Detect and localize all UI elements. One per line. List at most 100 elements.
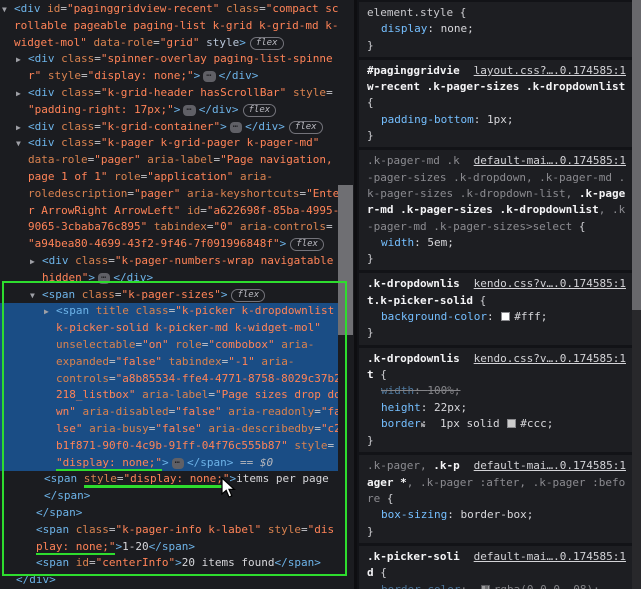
markup-line[interactable]: k-picker-solid k-picker-md k-widget-mol" — [0, 320, 338, 337]
markup-line[interactable]: ▶ <div class="spinner-overlay paging-list… — [0, 51, 338, 68]
inline-expander-icon[interactable]: ⋯ — [171, 457, 185, 469]
property-name[interactable]: height — [381, 401, 421, 414]
twisty-icon[interactable]: ▶ — [16, 86, 28, 102]
markup-line[interactable]: "padding-right: 17px;"> ⋯ </div> flex — [0, 102, 338, 119]
rule-selector[interactable]: element.style — [367, 6, 453, 19]
css-declaration[interactable]: box-sizing: border-box; — [367, 507, 626, 523]
rule-selector[interactable]: .k-pager, — [367, 459, 433, 472]
markup-line[interactable]: </div> — [0, 572, 338, 589]
property-value[interactable]: 1px; — [487, 113, 514, 126]
flex-badge[interactable]: flex — [249, 36, 284, 50]
property-value[interactable]: #ccc; — [520, 417, 553, 430]
stylesheet-link[interactable]: default-mai….0.174585:1 — [474, 549, 626, 565]
twisty-icon[interactable]: ▶ — [44, 304, 56, 320]
property-value[interactable]: #fff; — [514, 310, 547, 323]
markup-line[interactable]: rollable pageable paging-list k-grid k-g… — [0, 18, 338, 35]
inline-expander-icon[interactable]: ⋯ — [229, 121, 243, 133]
twisty-icon[interactable]: ▼ — [30, 288, 42, 304]
markup-line[interactable]: unselectable="on" role="combobox" aria- — [0, 336, 338, 354]
markup-line[interactable]: ▼ <div class="k-pager k-grid-pager k-page… — [0, 135, 338, 152]
markup-line[interactable]: <span style="display: none;">items per p… — [0, 471, 338, 488]
property-value[interactable]: 22px; — [434, 401, 467, 414]
markup-line[interactable]: ▶ <span title class="k-picker k-dropdownl… — [0, 303, 338, 321]
property-value[interactable]: rgba(0,0,0,.08); — [494, 583, 600, 589]
property-name[interactable]: display — [381, 22, 427, 35]
markup-line[interactable]: 9065-3cbaba76c895" tabindex = "0" aria-con… — [0, 219, 338, 236]
markup-line[interactable]: hidden"> ⋯ </div> — [0, 270, 338, 287]
markup-line[interactable]: play: none;">1-20</span> — [0, 539, 338, 556]
property-name[interactable]: width — [381, 236, 414, 249]
flex-badge[interactable]: flex — [242, 103, 277, 117]
stylesheet-link[interactable]: kendo.css?v….0.174585:1 — [474, 276, 626, 292]
markup-line[interactable]: ▼ <div id="paginggridview-recent" class="… — [0, 1, 338, 18]
inline-expander-icon[interactable]: ⋯ — [97, 272, 111, 284]
property-value[interactable]: 100%; — [427, 384, 460, 397]
markup-scrollbar-thumb[interactable] — [338, 185, 353, 335]
markup-line[interactable]: b1f871-90f0-4c9b-91ff-04f76c555b87" styl… — [0, 437, 338, 455]
markup-line[interactable]: ▶ <div class="k-grid-container"> ⋯ </div> fl… — [0, 119, 338, 136]
color-swatch[interactable] — [507, 418, 517, 428]
markup-line[interactable]: r" style="display: none;"> ⋯ </div> — [0, 68, 338, 85]
property-name[interactable]: background-color — [381, 310, 487, 323]
stylesheet-link[interactable]: default-mai….0.174585:1 — [474, 458, 626, 474]
flex-badge[interactable]: flex — [288, 120, 323, 134]
property-value[interactable]: 5em; — [427, 236, 454, 249]
markup-line[interactable]: ▼ <span class="k-pager-sizes"> flex — [0, 287, 338, 304]
property-name[interactable]: border — [381, 417, 421, 430]
rule-selector-line: layout.css?….0.174585:1 #paginggridview-r… — [367, 63, 626, 112]
markup-line[interactable]: "a94bea80-4699-43f2-9f46-7f091996848f"> f… — [0, 236, 338, 253]
inline-expander-icon[interactable]: ⋯ — [183, 104, 196, 116]
markup-line[interactable]: <span id="centerInfo">20 items found</sp… — [0, 555, 338, 572]
markup-line[interactable]: data-role="pager" aria-label="Page navig… — [0, 152, 338, 169]
markup-line[interactable]: lse" aria-busy="false" aria-describedby=… — [0, 420, 338, 438]
css-declaration[interactable]: height: 22px; — [367, 400, 626, 416]
markup-line[interactable]: "display: none;"> ⋯ </span> == $0 — [0, 454, 338, 472]
code-token: style — [206, 35, 240, 49]
stylesheet-link[interactable]: layout.css?….0.174585:1 — [474, 63, 626, 79]
inline-expander-icon[interactable]: ⋯ — [203, 71, 216, 83]
markup-line[interactable]: controls="a8b85534-ffe4-4771-8758-8029c3… — [0, 370, 338, 388]
markup-line[interactable]: expanded="false" tabindex="-1" aria- — [0, 353, 338, 371]
markup-line[interactable]: widget-mol" data-role="grid" style> flex — [0, 35, 338, 52]
css-declaration[interactable]: border-color: ▶rgba(0,0,0,.08); — [367, 582, 626, 589]
property-name[interactable]: padding-bottom — [381, 113, 474, 126]
color-swatch[interactable] — [480, 584, 490, 589]
twisty-icon[interactable]: ▶ — [30, 254, 42, 270]
css-declaration[interactable]: padding-bottom: 1px; — [367, 112, 626, 128]
stylesheet-link[interactable]: default-mai….0.174585:1 — [474, 153, 626, 169]
markup-line[interactable]: wn" aria-disabled="false" aria-readonly=… — [0, 404, 338, 421]
markup-line[interactable]: roledescription="pager" aria-keyshortcut… — [0, 186, 338, 203]
css-declaration[interactable]: background-color: #fff; — [367, 309, 626, 325]
markup-line[interactable]: r ArrowRight ArrowLeft" id="a622698f-85b… — [0, 203, 338, 220]
property-name[interactable]: width — [381, 384, 414, 397]
property-value[interactable]: 1px solid — [440, 417, 506, 430]
css-declaration[interactable]: display: none; — [367, 21, 626, 37]
twisty-icon[interactable]: ▼ — [16, 136, 28, 152]
markup-line[interactable]: </span> — [0, 505, 338, 522]
twisty-icon[interactable]: ▼ — [2, 2, 14, 18]
css-declaration[interactable]: width: 100%; — [367, 383, 626, 399]
markup-line[interactable]: 218_listbox" aria-label="Page sizes drop… — [0, 387, 338, 405]
property-name[interactable]: border-color — [381, 583, 460, 589]
color-swatch[interactable] — [501, 312, 511, 322]
property-value[interactable]: none; — [441, 22, 474, 35]
rule-selector[interactable]: .k-dropdownlist.k-picker-solid — [367, 277, 473, 306]
flex-badge[interactable]: flex — [231, 288, 266, 302]
css-rules-panel[interactable]: element.style {display: none;} layout.css… — [357, 0, 632, 589]
css-declaration[interactable]: border: ▶ 1px solid #ccc; — [367, 416, 626, 433]
twisty-icon[interactable]: ▶ — [16, 52, 28, 68]
stylesheet-link[interactable]: kendo.css?v….0.174585:1 — [474, 351, 626, 367]
code-token: roledescription — [28, 186, 128, 200]
property-value[interactable]: border-box; — [460, 508, 533, 521]
flex-badge[interactable]: flex — [290, 238, 324, 252]
markup-line[interactable]: </span> — [0, 488, 338, 505]
markup-view-panel[interactable]: ▼ <div id="paginggridview-recent" class="… — [0, 0, 354, 589]
property-name[interactable]: box-sizing — [381, 508, 447, 521]
rules-scrollbar-thumb[interactable] — [632, 0, 641, 310]
markup-line[interactable]: <span class="k-pager-info k-label" style… — [0, 522, 338, 539]
twisty-icon[interactable]: ▶ — [16, 120, 28, 136]
markup-line[interactable]: ▶ <div class="k-grid-header hasScrollBar"… — [0, 85, 338, 102]
markup-line[interactable]: ▶ <div class="k-pager-numbers-wrap naviga… — [0, 253, 338, 270]
css-declaration[interactable]: width: 5em; — [367, 235, 626, 251]
markup-line[interactable]: page 1 of 1" role="application" aria- — [0, 169, 338, 186]
